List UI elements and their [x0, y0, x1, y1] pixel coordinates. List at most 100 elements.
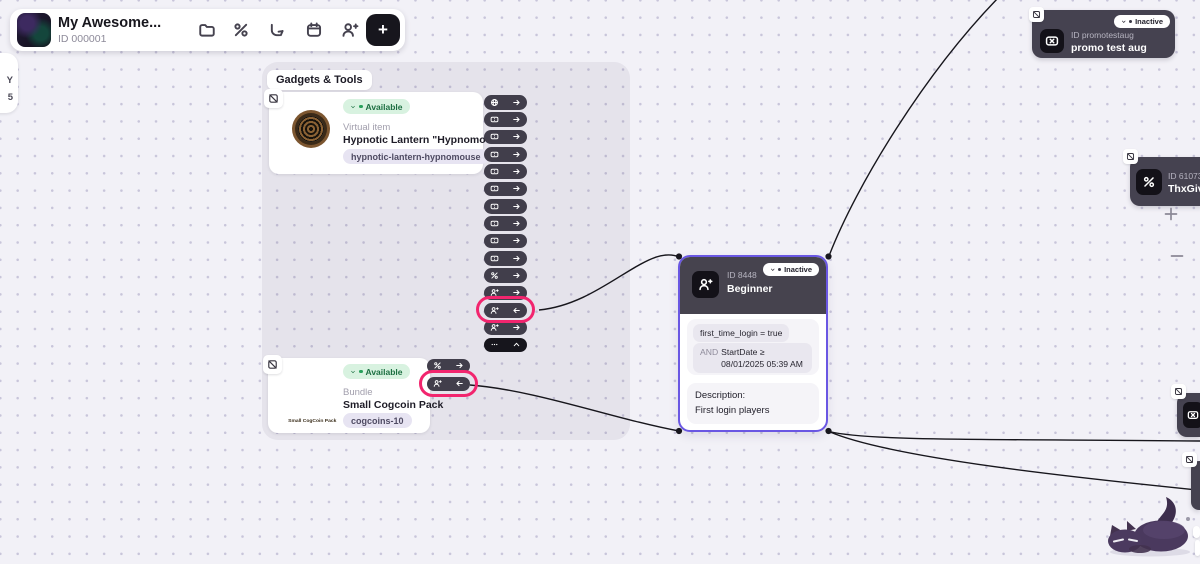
description-text: First login players [695, 405, 769, 416]
condition-pill: AND StartDate ≥ 08/01/2025 05:39 AM [693, 343, 812, 373]
zoom-in-button[interactable] [1163, 206, 1179, 222]
action-pill-dots-up-14[interactable] [484, 338, 527, 353]
eye-off-icon[interactable] [263, 355, 282, 374]
ticket-icon [490, 132, 499, 141]
ticket-icon [490, 115, 499, 124]
action-pill-user-plus-right-13[interactable] [484, 320, 527, 335]
item-image-coins: Small CogCoin Pack [276, 363, 340, 427]
status-label: Inactive [784, 265, 812, 274]
status-badge-available[interactable]: Available [343, 99, 410, 114]
campaign-id: ID 000001 [58, 33, 106, 45]
action-pill-ticket-right-1[interactable] [484, 112, 527, 127]
action-pill-percent-right-b0[interactable] [427, 359, 470, 374]
zoom-out-button[interactable] [1169, 248, 1185, 264]
chevron-up-icon [512, 340, 521, 349]
connector-dot-top-right[interactable] [825, 253, 831, 259]
user-plus-icon [490, 288, 499, 297]
node-id: ID 61073 [1168, 171, 1200, 181]
status-dot [359, 105, 363, 109]
item-card-cogcoin-pack[interactable]: Small CogCoin Pack Available Bundle Smal… [268, 358, 430, 433]
ticket-icon [490, 150, 499, 159]
node-canvas[interactable]: Gadgets & Tools My Awesome... ID 000001 … [0, 0, 1200, 564]
segment-node-beginner[interactable]: ID 8448 Beginner Inactive first_time_log… [678, 255, 828, 432]
action-pill-ticket-right-5[interactable] [484, 182, 527, 197]
thanksgiving-node[interactable]: ID 61073 ThxGiving [1130, 157, 1200, 206]
action-pill-ticket-right-4[interactable] [484, 164, 527, 179]
arrow-right-icon [512, 254, 521, 263]
toolbar-user-plus-button[interactable] [341, 21, 359, 39]
connector-dot-bottom-right[interactable] [825, 428, 831, 434]
item-type-label: Virtual item [343, 122, 390, 133]
arrow-left-icon [512, 306, 521, 315]
status-badge-available[interactable]: Available [343, 364, 410, 379]
condition-text: StartDate ≥ 08/01/2025 05:39 AM [721, 346, 805, 370]
status-badge-inactive[interactable]: Inactive [1114, 15, 1170, 28]
ticket-x-icon [1040, 29, 1064, 53]
action-pill-ticket-right-3[interactable] [484, 147, 527, 162]
action-pill-ticket-right-6[interactable] [484, 199, 527, 214]
eye-off-icon[interactable] [1029, 7, 1044, 22]
item-card-hypnotic-lantern[interactable]: Available Virtual item Hypnotic Lantern … [269, 92, 483, 174]
action-pill-user-plus-left-b1[interactable] [427, 377, 470, 392]
user-plus-icon [433, 379, 442, 388]
toolbar-folder-button[interactable] [198, 21, 216, 39]
coin-image-caption: Small CogCoin Pack [288, 419, 328, 424]
status-label: Available [366, 367, 403, 377]
action-pill-ticket-right-8[interactable] [484, 234, 527, 249]
chevron-down-icon [350, 104, 356, 110]
arrow-right-icon [512, 167, 521, 176]
toolbar-redo-curve-button[interactable] [268, 21, 286, 39]
status-dot [359, 370, 363, 374]
percent-icon [433, 361, 442, 370]
eye-off-icon[interactable] [1182, 452, 1197, 467]
description-section: Description: First login players [687, 383, 819, 424]
ticket-icon [490, 236, 499, 245]
arrow-right-icon [512, 219, 521, 228]
arrow-left-icon [455, 379, 464, 388]
description-label: Description: [695, 390, 745, 401]
item-type-label: Bundle [343, 387, 373, 398]
promo-node[interactable]: ID promotestaug promo test aug Inactive [1032, 10, 1175, 58]
wire-beginner-top-offscreen [829, 0, 999, 256]
ticket-icon [490, 167, 499, 176]
ticket-icon [490, 184, 499, 193]
ticket-icon [490, 254, 499, 263]
action-pill-user-plus-left-12[interactable] [484, 303, 527, 318]
campaign-thumbnail [17, 13, 51, 47]
campaign-header-card[interactable]: My Awesome... ID 000001 + [10, 9, 405, 51]
action-pill-ticket-right-9[interactable] [484, 251, 527, 266]
left-partial-node[interactable]: Y 5 [0, 53, 18, 113]
plus-icon: + [378, 20, 388, 39]
arrow-right-icon [512, 288, 521, 297]
ticket-icon [490, 219, 499, 228]
wire-beginner-to-bottom-right-node [829, 432, 1197, 491]
group-title[interactable]: Gadgets & Tools [267, 70, 372, 90]
user-plus-icon [692, 271, 719, 298]
status-label: Available [366, 102, 403, 112]
node-title: ThxGiving [1168, 183, 1200, 195]
left-partial-line2: 5 [8, 92, 13, 103]
arrow-right-icon [512, 98, 521, 107]
action-pill-ticket-right-7[interactable] [484, 216, 527, 231]
action-pill-user-plus-right-11[interactable] [484, 286, 527, 301]
user-plus-icon [341, 21, 359, 39]
cat-illustration [1102, 489, 1197, 559]
action-pill-ticket-right-2[interactable] [484, 130, 527, 145]
eye-off-icon[interactable] [1123, 149, 1138, 164]
status-label: Inactive [1135, 17, 1163, 26]
toolbar-percent-button[interactable] [232, 21, 250, 39]
arrow-right-icon [512, 184, 521, 193]
right-partial-node-a[interactable] [1177, 393, 1200, 437]
action-pill-globe-right-0[interactable] [484, 95, 527, 110]
add-button[interactable]: + [366, 14, 400, 46]
eye-off-icon[interactable] [264, 89, 283, 108]
conditions-section: first_time_login = true AND StartDate ≥ … [687, 319, 819, 375]
globe-icon [490, 98, 499, 107]
action-pill-percent-right-10[interactable] [484, 268, 527, 283]
ticket-icon [490, 202, 499, 211]
eye-off-icon[interactable] [1171, 384, 1186, 399]
status-badge-inactive[interactable]: Inactive [763, 263, 819, 276]
status-dot [1129, 20, 1132, 23]
toolbar-calendar-button[interactable] [305, 21, 323, 39]
percent-icon [232, 21, 250, 39]
